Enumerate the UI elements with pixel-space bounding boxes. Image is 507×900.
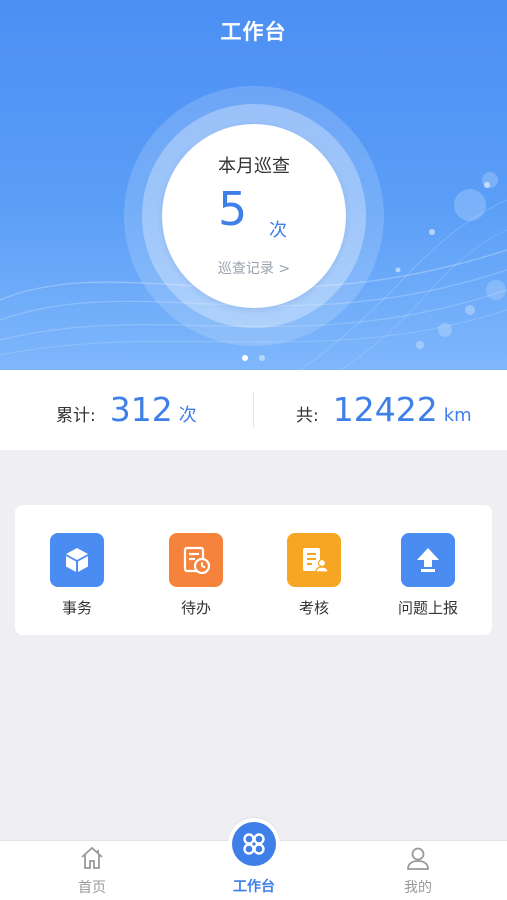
hero-banner: 工作台 本月巡查 5 次 巡查记录 > [0, 0, 507, 370]
cube-icon [50, 533, 104, 587]
stats-bar: 累计: 312 次 共: 12422 km [0, 370, 507, 450]
function-report-issue-label: 问题上报 [397, 599, 458, 617]
carousel-indicator [0, 346, 507, 361]
carousel-dot-active[interactable] [241, 355, 248, 361]
monthly-patrol-label: 本月巡查 [218, 156, 290, 177]
carousel-dot[interactable] [259, 355, 266, 361]
home-icon [81, 846, 103, 869]
total-count-unit: 次 [178, 405, 197, 426]
page-title: 工作台 [220, 20, 287, 44]
patrol-records-link[interactable]: 巡查记录 > [162, 258, 346, 278]
function-affairs[interactable]: 事务 [17, 533, 137, 618]
tab-home-label: 首页 [78, 880, 106, 896]
monthly-patrol-circle: 本月巡查 5 次 巡查记录 > [162, 124, 346, 308]
workbench-icon [232, 822, 276, 866]
function-report-issue[interactable]: 问题上报 [368, 533, 488, 618]
total-count-stat: 累计: 312 次 [56, 370, 197, 450]
monthly-patrol-unit: 次 [269, 220, 287, 241]
upload-arrow-icon [401, 533, 455, 587]
total-count-label: 累计: [56, 406, 96, 426]
tab-workbench-label: 工作台 [233, 879, 275, 895]
tab-home[interactable]: 首页 [22, 841, 162, 900]
total-count-value: 312 [109, 390, 173, 429]
todo-clock-icon [169, 533, 223, 587]
user-icon [407, 847, 429, 870]
function-assessment-label: 考核 [298, 599, 329, 617]
function-affairs-label: 事务 [61, 599, 92, 617]
function-todo[interactable]: 待办 [136, 533, 256, 618]
tab-mine[interactable]: 我的 [348, 841, 488, 900]
stats-divider [253, 392, 254, 428]
total-distance-stat: 共: 12422 km [296, 370, 472, 450]
monthly-patrol-count: 5 [218, 182, 248, 236]
function-assessment[interactable]: 考核 [254, 533, 374, 618]
function-card: 事务 待办 考核 问题上报 [15, 505, 492, 635]
assessment-icon [287, 533, 341, 587]
total-distance-value: 12422 [332, 390, 438, 429]
workbench-screen: 工作台 本月巡查 5 次 巡查记录 > 累计: 312 次 共: 12422 k… [0, 0, 507, 900]
tab-workbench[interactable] [228, 818, 280, 870]
tab-mine-label: 我的 [404, 880, 432, 896]
total-distance-unit: km [443, 405, 472, 426]
function-todo-label: 待办 [180, 599, 211, 617]
total-distance-label: 共: [296, 406, 319, 426]
